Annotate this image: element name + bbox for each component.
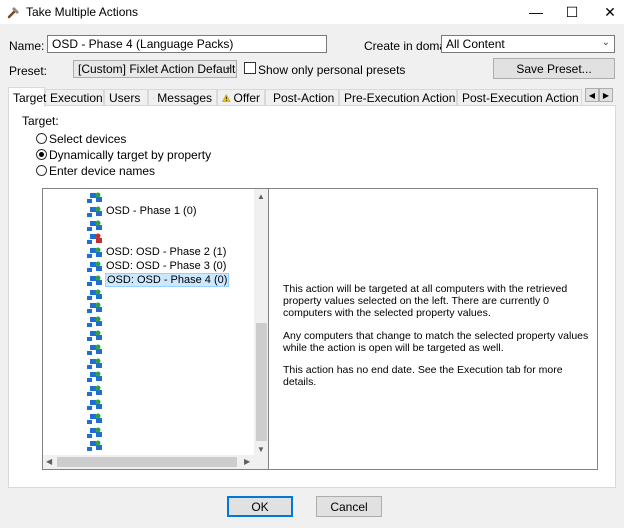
domain-select-value: All Content <box>446 37 505 51</box>
warning-icon <box>222 93 231 102</box>
computer-group-icon <box>87 247 102 258</box>
tab-label: Users <box>109 91 141 105</box>
computer-group-icon <box>87 413 102 424</box>
tree-vertical-scrollbar[interactable]: ▲ ▼ <box>254 189 268 455</box>
computer-group-icon <box>87 233 102 244</box>
tab-offer[interactable]: Offer <box>217 89 265 106</box>
preset-select-value: [Custom] Fixlet Action Defaults <box>78 62 237 76</box>
scroll-down-icon[interactable]: ▼ <box>257 445 265 454</box>
save-preset-button[interactable]: Save Preset... <box>493 58 615 79</box>
computer-group-icon <box>87 192 102 203</box>
radio-enter-device-names[interactable] <box>36 165 47 176</box>
scroll-right-icon[interactable]: ▶ <box>244 457 250 466</box>
tab-label: Post-Execution Action Script <box>462 91 581 105</box>
radio-dynamic-target-label: Dynamically target by property <box>49 148 212 162</box>
personal-presets-label: Show only personal presets <box>258 63 406 77</box>
domain-select[interactable]: All Content ⌄ <box>441 35 615 53</box>
tab-post-execution-script[interactable]: Post-Execution Action Script <box>457 89 582 106</box>
computer-group-icon <box>87 206 102 217</box>
scroll-left-icon[interactable]: ◀ <box>46 457 52 466</box>
window-title: Take Multiple Actions <box>26 5 139 19</box>
tab-label: Messages <box>157 91 212 105</box>
chevron-down-icon: ⌄ <box>223 62 232 73</box>
warning-icon <box>153 97 155 99</box>
tab-label: Post-Action <box>273 91 335 105</box>
tree-item-phase-3[interactable]: OSD: OSD - Phase 3 (0) <box>106 260 226 272</box>
computer-group-icon <box>87 344 102 355</box>
tab-post-action[interactable]: Post-Action <box>265 89 339 106</box>
computer-group-icon <box>87 220 102 231</box>
target-description-3: This action has no end date. See the Exe… <box>283 364 563 388</box>
tab-scroll-left-icon[interactable]: ◀ <box>585 88 599 102</box>
title-bar: Take Multiple Actions — ☐ ✕ <box>0 0 624 24</box>
tree-node-icons <box>87 192 102 451</box>
computer-group-icon <box>87 358 102 369</box>
scroll-up-icon[interactable]: ▲ <box>257 192 265 201</box>
target-property-box: OSD - Phase 1 (0) OSD: OSD - Phase 2 (1)… <box>42 188 598 470</box>
target-description-1: This action will be targeted at all comp… <box>283 283 568 319</box>
radio-enter-device-names-label: Enter device names <box>49 164 156 178</box>
computer-group-icon <box>87 427 102 438</box>
computer-group-icon <box>87 330 102 341</box>
tree-horizontal-scrollbar[interactable]: ◀ ▶ <box>43 455 268 469</box>
radio-dynamic-target[interactable] <box>36 149 47 160</box>
scroll-thumb[interactable] <box>57 457 237 467</box>
computer-group-icon <box>87 289 102 300</box>
tree-item-phase-2[interactable]: OSD: OSD - Phase 2 (1) <box>106 246 226 258</box>
computer-group-icon <box>87 385 102 396</box>
name-field[interactable]: OSD - Phase 4 (Language Packs) <box>47 35 327 53</box>
personal-presets-checkbox[interactable] <box>244 62 256 74</box>
ok-button[interactable]: OK <box>227 496 293 517</box>
computer-group-icon <box>87 302 102 313</box>
action-app-icon <box>7 7 19 19</box>
scroll-thumb[interactable] <box>256 323 267 441</box>
radio-select-devices-label: Select devices <box>49 132 127 146</box>
tab-pre-execution-script[interactable]: Pre-Execution Action Script <box>339 89 489 106</box>
preset-label: Preset: <box>9 64 48 78</box>
tab-label: Offer <box>233 91 260 105</box>
tab-execution[interactable]: Execution <box>45 89 104 106</box>
computer-group-icon <box>87 399 102 410</box>
close-icon[interactable]: ✕ <box>588 0 624 24</box>
cancel-button[interactable]: Cancel <box>316 496 382 517</box>
tab-target[interactable]: Target <box>8 87 47 107</box>
computer-group-icon <box>87 275 102 286</box>
property-tree[interactable]: OSD - Phase 1 (0) OSD: OSD - Phase 2 (1)… <box>43 189 269 469</box>
name-label: Name: <box>9 39 45 53</box>
tab-messages[interactable]: Messages <box>148 89 217 106</box>
computer-group-icon <box>87 371 102 382</box>
target-heading: Target: <box>22 114 59 128</box>
preset-select[interactable]: [Custom] Fixlet Action Defaults ⌄ <box>73 60 237 78</box>
radio-select-devices[interactable] <box>36 133 47 144</box>
tree-item-phase-4[interactable]: OSD: OSD - Phase 4 (0) <box>105 273 230 287</box>
tab-users[interactable]: Users <box>104 89 148 106</box>
chevron-down-icon: ⌄ <box>601 37 610 48</box>
tab-scroll-right-icon[interactable]: ▶ <box>599 88 613 102</box>
target-description-2: Any computers that change to match the s… <box>283 330 589 354</box>
tab-strip: Target Execution Users Messages Offer Po… <box>8 87 616 107</box>
tree-item-phase-1[interactable]: OSD - Phase 1 (0) <box>106 205 196 217</box>
tab-label: Execution <box>50 91 103 105</box>
computer-group-icon <box>87 261 102 272</box>
computer-group-icon <box>87 316 102 327</box>
tab-label: Target <box>13 90 47 105</box>
computer-group-icon <box>87 440 102 451</box>
